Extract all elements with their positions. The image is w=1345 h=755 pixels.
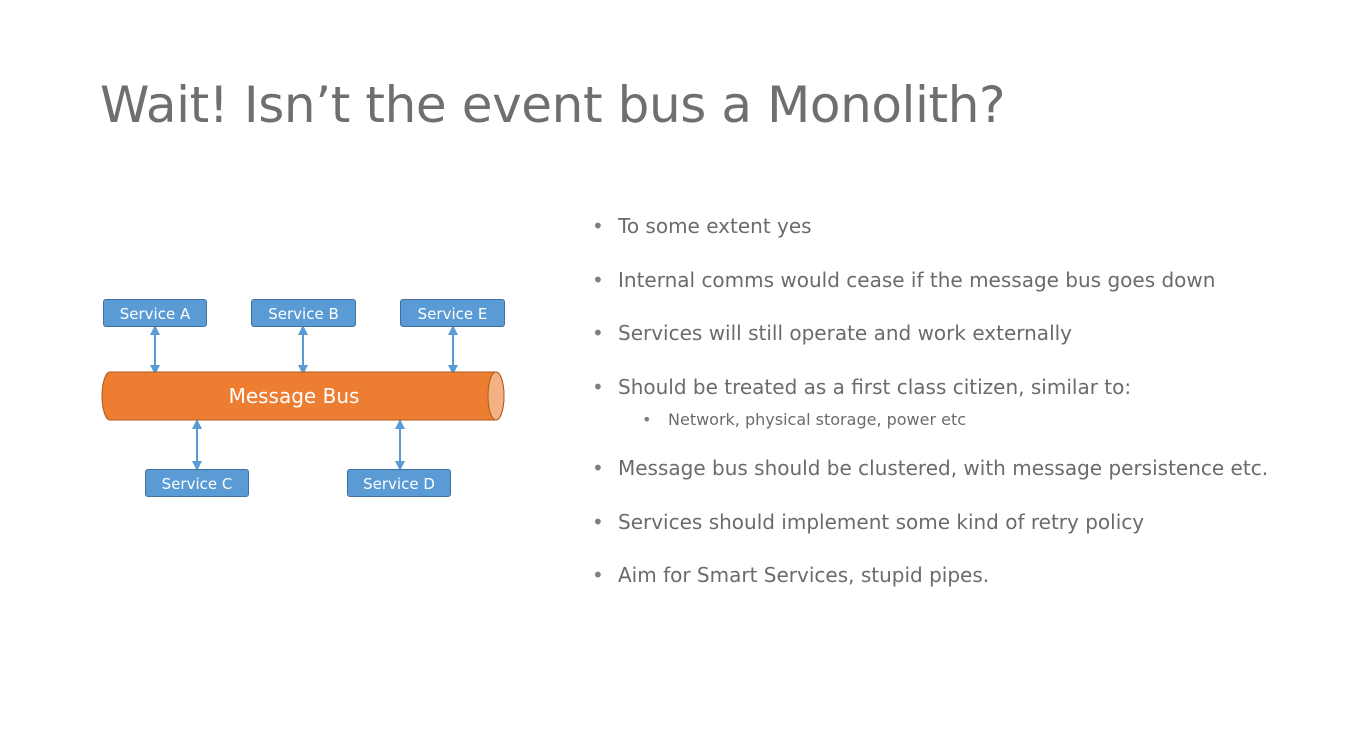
bullet-item: Services should implement some kind of r… xyxy=(592,502,1292,542)
bullet-item: Services will still operate and work ext… xyxy=(592,313,1292,353)
message-bus-cap xyxy=(487,371,505,421)
sub-bullet-item: Network, physical storage, power etc xyxy=(642,406,1292,434)
service-b-box: Service B xyxy=(251,299,356,327)
bullet-item: Should be treated as a first class citiz… xyxy=(592,367,1292,407)
bullet-item: To some extent yes xyxy=(592,206,1292,246)
message-bus-diagram: Message Bus Service A Service B Service … xyxy=(0,0,560,560)
bullet-item: Message bus should be clustered, with me… xyxy=(592,448,1292,488)
service-a-box: Service A xyxy=(103,299,207,327)
bullet-item: Aim for Smart Services, stupid pipes. xyxy=(592,555,1292,595)
message-bus-label: Message Bus xyxy=(228,384,360,408)
diagram-canvas xyxy=(101,325,505,471)
service-c-box: Service C xyxy=(145,469,249,497)
bullet-item: Internal comms would cease if the messag… xyxy=(592,260,1292,300)
service-e-box: Service E xyxy=(400,299,505,327)
service-d-box: Service D xyxy=(347,469,451,497)
bullet-list: To some extent yes Internal comms would … xyxy=(592,206,1292,609)
slide: Wait! Isn’t the event bus a Monolith? Me… xyxy=(0,0,1345,755)
